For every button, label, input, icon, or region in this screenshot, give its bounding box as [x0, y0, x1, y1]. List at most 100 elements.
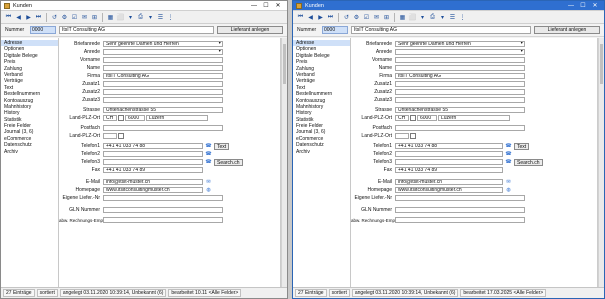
close-button[interactable]: ✕	[272, 2, 284, 9]
dropdown-icon[interactable]: ▾	[126, 13, 135, 22]
dropdown-icon[interactable]: ▾	[146, 13, 155, 22]
print-icon[interactable]: ⎙	[136, 13, 145, 22]
dropdown-icon[interactable]: ▾	[438, 13, 447, 22]
mail-icon[interactable]: ✉	[372, 13, 381, 22]
first-record-icon[interactable]: ⏮	[296, 13, 305, 22]
scroll-thumb[interactable]	[600, 44, 603, 84]
fax-field[interactable]: +41 41 033 74 89	[395, 166, 503, 174]
firma-field[interactable]: ItsIT Consulting AG	[103, 72, 223, 80]
scroll-thumb[interactable]	[283, 44, 286, 84]
telefon1-field[interactable]: +41 41 033 74 88	[395, 142, 503, 150]
country-field[interactable]: CH	[103, 114, 117, 122]
nav-item-archiv[interactable]: Archiv	[293, 149, 350, 155]
number-field[interactable]: 0000	[322, 26, 348, 34]
last-record-icon[interactable]: ⏭	[326, 13, 335, 22]
postfach-field[interactable]	[103, 124, 223, 132]
next-record-icon[interactable]: ▶	[24, 13, 33, 22]
lieferant-nr-field[interactable]	[395, 194, 525, 202]
refresh-icon[interactable]: ↺	[50, 13, 59, 22]
country2-field[interactable]	[103, 132, 117, 140]
zusatz2-field[interactable]	[103, 88, 223, 96]
firma-field[interactable]: ItsIT Consulting AG	[395, 72, 525, 80]
zusatz1-field[interactable]	[395, 80, 525, 88]
strasse-field[interactable]: Unterlachenstrasse 55	[103, 106, 223, 114]
dropdown-icon[interactable]: ▾	[418, 13, 427, 22]
lookup2-checkbox[interactable]	[118, 133, 124, 139]
mail-icon[interactable]: ✉	[505, 179, 512, 186]
phone-icon[interactable]: ☎	[205, 159, 212, 166]
country2-field[interactable]	[395, 132, 409, 140]
check-icon[interactable]: ☑	[70, 13, 79, 22]
maximize-button[interactable]: ☐	[260, 2, 272, 9]
print-icon[interactable]: ⎙	[428, 13, 437, 22]
prev-record-icon[interactable]: ◀	[14, 13, 23, 22]
refresh-icon[interactable]: ↺	[342, 13, 351, 22]
ort-field[interactable]: Luzern	[438, 114, 510, 122]
telefon1-field[interactable]: +41 41 033 74 88	[103, 142, 203, 150]
briefanrede-select[interactable]: Sehr geehrte Damen und Herren	[103, 40, 223, 48]
telefon2-field[interactable]	[103, 150, 203, 158]
name-field[interactable]: ItsIT Consulting AG	[59, 26, 214, 34]
more-icon[interactable]: ⋮	[166, 13, 175, 22]
telefon3-field[interactable]	[395, 158, 503, 166]
briefanrede-select[interactable]: Sehr geehrte Damen und Herren	[395, 40, 525, 48]
plz-field[interactable]: 6000	[125, 114, 145, 122]
zusatz2-field[interactable]	[395, 88, 525, 96]
vertical-scrollbar[interactable]	[598, 38, 604, 287]
create-supplier-button[interactable]: Lieferant anlegen	[217, 26, 283, 34]
view-icon[interactable]: ▦	[106, 13, 115, 22]
fax-field[interactable]: +41 41 033 74 89	[103, 166, 203, 174]
plz-field[interactable]: 6000	[417, 114, 437, 122]
abw-rechnung-field[interactable]	[395, 216, 525, 224]
email-field[interactable]: info@itsit-muster.ch	[103, 178, 203, 186]
last-record-icon[interactable]: ⏭	[34, 13, 43, 22]
prev-record-icon[interactable]: ◀	[306, 13, 315, 22]
settings-icon[interactable]: ⚙	[60, 13, 69, 22]
zusatz3-field[interactable]	[103, 96, 223, 104]
telefon3-field[interactable]	[103, 158, 203, 166]
email-field[interactable]: info@itsit-muster.ch	[395, 178, 503, 186]
globe-icon[interactable]: ◍	[505, 187, 512, 194]
phone-icon[interactable]: ☎	[505, 151, 512, 158]
phone-icon[interactable]: ☎	[505, 143, 512, 150]
text-button[interactable]: Text	[214, 142, 230, 150]
create-supplier-button[interactable]: Lieferant anlegen	[534, 26, 600, 34]
grid-icon[interactable]: ⊞	[382, 13, 391, 22]
zusatz3-field[interactable]	[395, 96, 525, 104]
strasse-field[interactable]: Unterlachenstrasse 55	[395, 106, 525, 114]
telefon2-field[interactable]	[395, 150, 503, 158]
view-icon[interactable]: ▦	[398, 13, 407, 22]
lookup2-checkbox[interactable]	[410, 133, 416, 139]
list-icon[interactable]: ☰	[156, 13, 165, 22]
anrede-select[interactable]	[395, 48, 525, 56]
lookup-checkbox[interactable]	[118, 115, 124, 121]
number-field[interactable]: 0000	[30, 26, 56, 34]
settings-icon[interactable]: ⚙	[352, 13, 361, 22]
homepage-field[interactable]: www.itsitconsultingmuster.ch	[395, 186, 503, 194]
next-record-icon[interactable]: ▶	[316, 13, 325, 22]
vorname-field[interactable]	[103, 56, 223, 64]
list-icon[interactable]: ☰	[448, 13, 457, 22]
lookup-checkbox[interactable]	[410, 115, 416, 121]
search-ch-button[interactable]: Search.ch	[214, 158, 243, 166]
phone-icon[interactable]: ☎	[205, 151, 212, 158]
first-record-icon[interactable]: ⏮	[4, 13, 13, 22]
abw-rechnung-field[interactable]	[103, 216, 223, 224]
mail-icon[interactable]: ✉	[205, 179, 212, 186]
close-button[interactable]: ✕	[589, 2, 601, 9]
check-icon[interactable]: ☑	[362, 13, 371, 22]
vertical-scrollbar[interactable]	[281, 38, 287, 287]
search-ch-button[interactable]: Search.ch	[514, 158, 543, 166]
phone-icon[interactable]: ☎	[205, 143, 212, 150]
minimize-button[interactable]: —	[248, 3, 260, 9]
name-field[interactable]	[103, 64, 223, 72]
anrede-select[interactable]	[103, 48, 223, 56]
lieferant-nr-field[interactable]	[103, 194, 223, 202]
text-button[interactable]: Text	[514, 142, 530, 150]
name-field[interactable]	[395, 64, 525, 72]
ort-field[interactable]: Luzern	[146, 114, 208, 122]
phone-icon[interactable]: ☎	[505, 159, 512, 166]
window-icon[interactable]: ⬜	[408, 13, 417, 22]
mail-icon[interactable]: ✉	[80, 13, 89, 22]
nav-item-archiv[interactable]: Archiv	[1, 149, 58, 155]
